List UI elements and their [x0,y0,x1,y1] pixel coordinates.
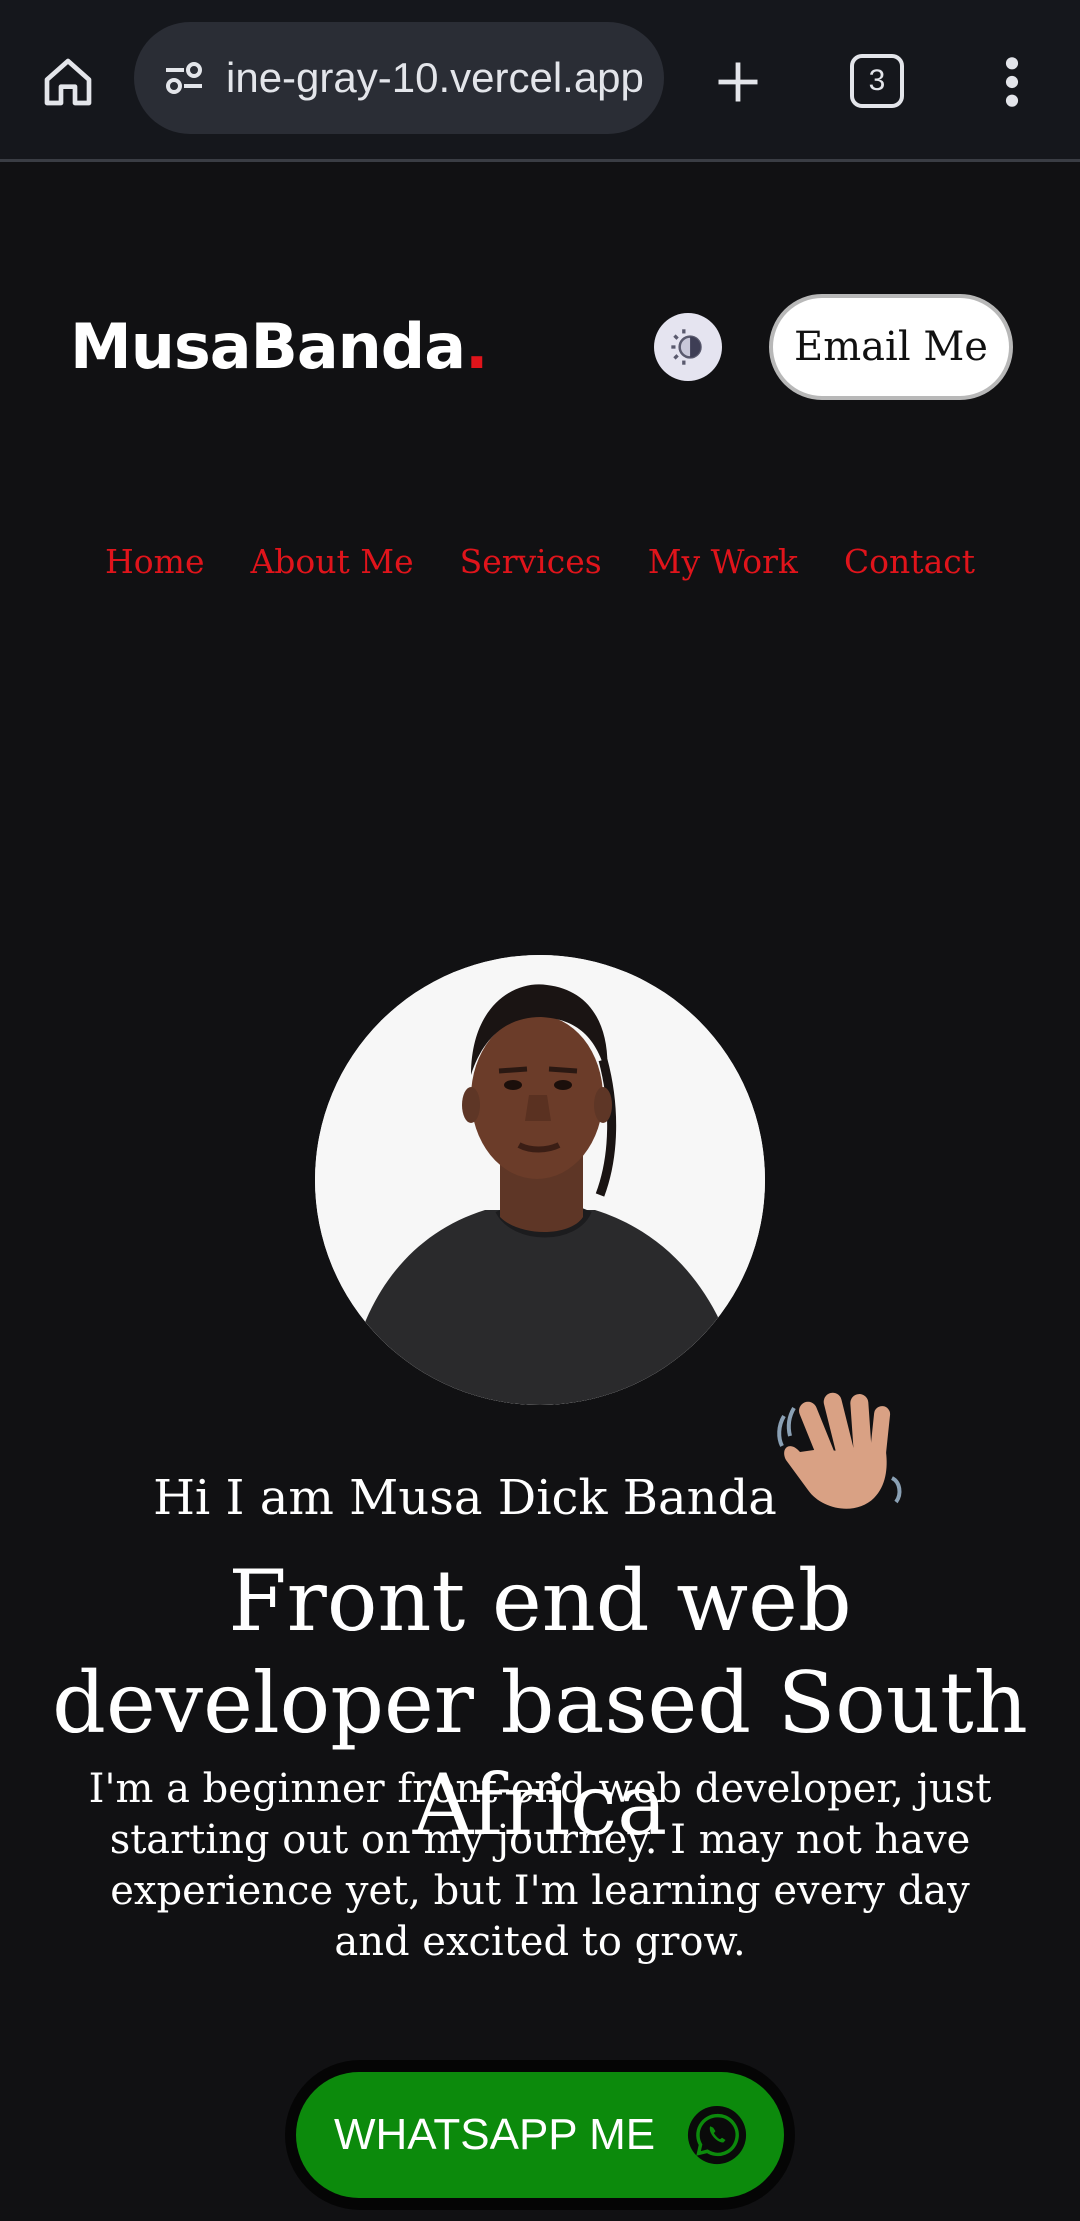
logo-dot: . [465,310,489,383]
theme-toggle-icon[interactable] [654,313,722,381]
greeting-text: Hi I am Musa Dick Banda [153,1470,777,1526]
nav-about-me[interactable]: About Me [250,542,413,581]
home-icon[interactable] [36,50,100,114]
nav-home[interactable]: Home [105,542,204,581]
nav-contact[interactable]: Contact [844,542,975,581]
whatsapp-button-outline: WHATSAPP ME [285,2060,795,2210]
site-info-icon[interactable] [156,50,212,106]
site-logo[interactable]: MusaBanda. [70,310,489,383]
nav-services[interactable]: Services [460,542,602,581]
profile-photo [315,955,765,1405]
whatsapp-button-label: WHATSAPP ME [334,2110,656,2159]
browser-toolbar: ine-gray-10.vercel.app 3 [0,0,1080,162]
bio-text: I'm a beginner front-end web developer, … [88,1766,992,1965]
plus-icon[interactable] [706,50,770,114]
more-vert-icon[interactable] [990,50,1034,114]
url-text[interactable]: ine-gray-10.vercel.app [226,54,646,102]
whatsapp-icon [686,2104,748,2166]
whatsapp-me-button[interactable]: WHATSAPP ME [296,2072,784,2198]
main-nav: Home About Me Services My Work Contact [0,542,1080,581]
address-bar[interactable]: ine-gray-10.vercel.app [134,22,664,134]
email-me-button[interactable]: Email Me [769,294,1013,400]
nav-my-work[interactable]: My Work [648,542,798,581]
tab-count: 3 [868,64,886,97]
logo-text: MusaBanda [70,310,466,383]
tab-switcher-button[interactable]: 3 [850,54,904,108]
